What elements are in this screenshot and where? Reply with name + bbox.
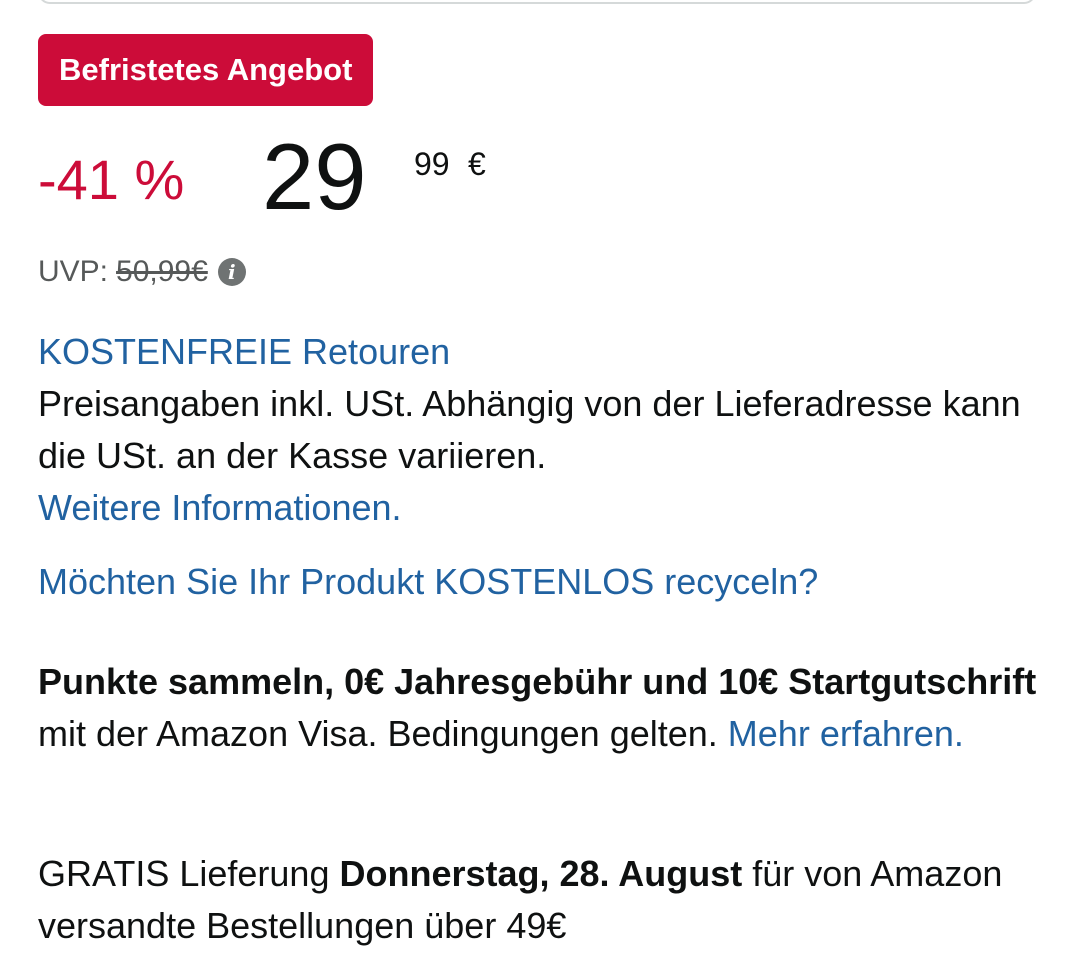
- info-icon[interactable]: i: [217, 258, 246, 286]
- discount-percentage: -41 %: [38, 148, 185, 211]
- uvp-label: UVP:: [38, 255, 109, 288]
- returns-block: KOSTENFREIE Retouren: [38, 326, 1042, 378]
- search-box-edge[interactable]: [38, 0, 1036, 4]
- free-returns-link[interactable]: KOSTENFREIE Retouren: [38, 331, 450, 372]
- visa-promo-bold: Punkte sammeln, 0€ Jahresgebühr und 10€ …: [38, 661, 1037, 702]
- product-price-section: Befristetes Angebot -41 % 29 99 € UVP: 5…: [0, 0, 1080, 969]
- price-fraction: 99: [414, 146, 450, 182]
- uvp-value: 50,99€: [116, 255, 208, 288]
- delivery-prefix: GRATIS Lieferung: [38, 853, 330, 894]
- price-currency: €: [468, 146, 486, 182]
- visa-promo-text: mit der Amazon Visa. Bedingungen gelten.: [38, 713, 718, 754]
- price-whole: 29: [262, 124, 367, 229]
- limited-deal-badge: Befristetes Angebot: [38, 34, 374, 106]
- learn-more-link[interactable]: Mehr erfahren.: [728, 713, 964, 754]
- delivery-block: GRATIS Lieferung Donnerstag, 28. August …: [38, 848, 1042, 952]
- more-info-link[interactable]: Weitere Informationen.: [38, 487, 402, 528]
- uvp-row: UVP: 50,99€ i: [38, 250, 246, 294]
- recycle-block: Möchten Sie Ihr Produkt KOSTENLOS recyce…: [38, 556, 1042, 608]
- delivery-date: Donnerstag, 28. August: [339, 853, 743, 894]
- visa-promo-block: Punkte sammeln, 0€ Jahresgebühr und 10€ …: [38, 656, 1042, 760]
- tax-info-text: Preisangaben inkl. USt. Abhängig von der…: [38, 383, 1021, 476]
- recycle-link[interactable]: Möchten Sie Ihr Produkt KOSTENLOS recyce…: [38, 561, 818, 602]
- tax-info-block: Preisangaben inkl. USt. Abhängig von der…: [38, 378, 1042, 534]
